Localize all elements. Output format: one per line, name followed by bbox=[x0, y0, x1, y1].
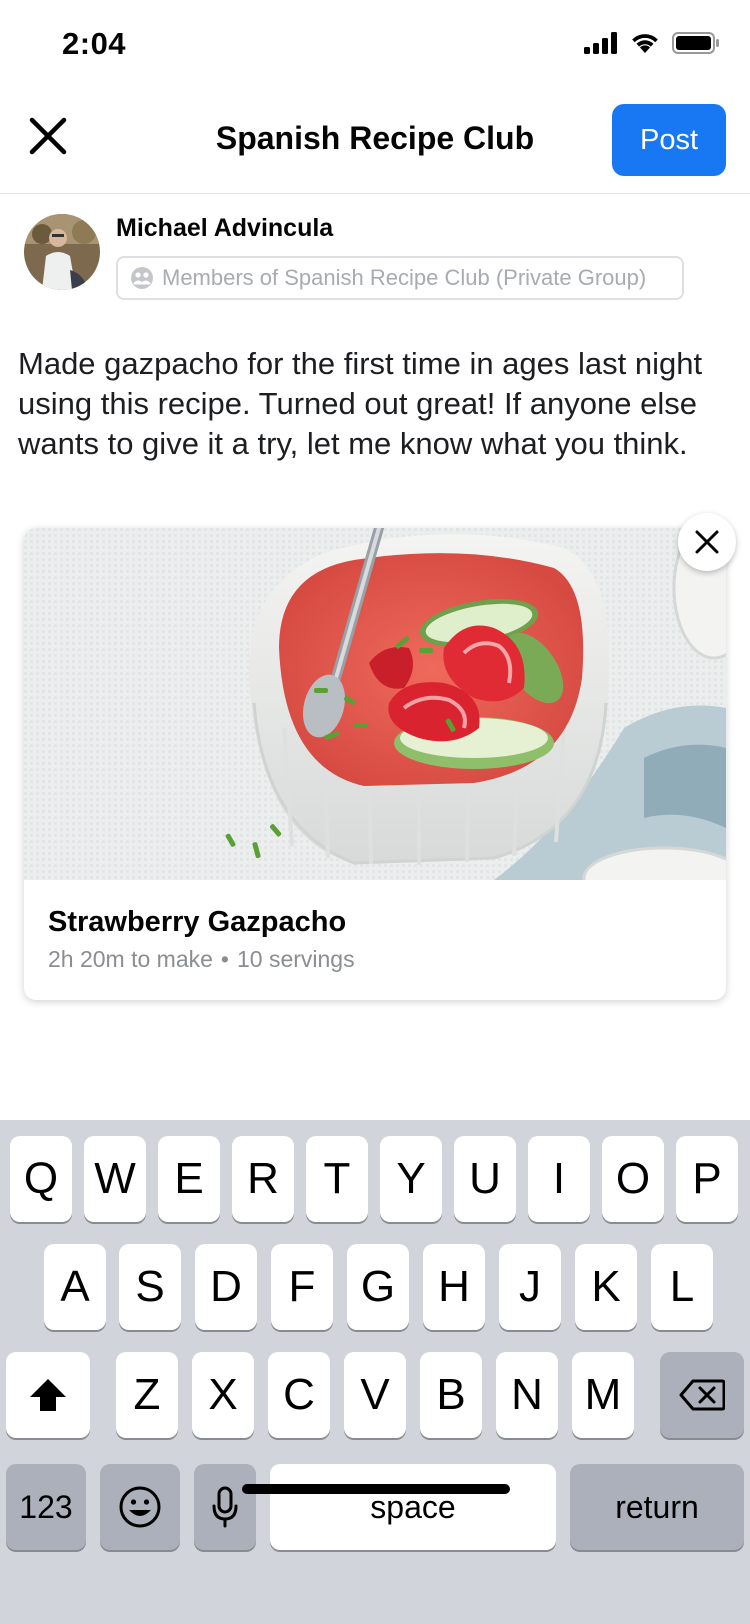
avatar[interactable] bbox=[24, 214, 100, 290]
recipe-servings: 10 servings bbox=[236, 946, 355, 972]
composer-header: Spanish Recipe Club Post bbox=[0, 90, 750, 194]
key-v[interactable]: V bbox=[344, 1352, 406, 1438]
key-e[interactable]: E bbox=[158, 1136, 220, 1222]
post-text-input[interactable]: Made gazpacho for the first time in ages… bbox=[18, 344, 728, 464]
group-icon bbox=[131, 267, 153, 289]
key-z[interactable]: Z bbox=[116, 1352, 178, 1438]
wifi-icon bbox=[632, 34, 658, 53]
recipe-image bbox=[24, 528, 726, 880]
dictation-key[interactable] bbox=[194, 1464, 256, 1550]
key-c[interactable]: C bbox=[268, 1352, 330, 1438]
post-button[interactable]: Post bbox=[612, 104, 726, 176]
backspace-key[interactable] bbox=[660, 1352, 744, 1438]
key-n[interactable]: N bbox=[496, 1352, 558, 1438]
key-m[interactable]: M bbox=[572, 1352, 634, 1438]
shift-key[interactable] bbox=[6, 1352, 90, 1438]
key-j[interactable]: J bbox=[499, 1244, 561, 1330]
key-k[interactable]: K bbox=[575, 1244, 637, 1330]
key-p[interactable]: P bbox=[676, 1136, 738, 1222]
key-q[interactable]: Q bbox=[10, 1136, 72, 1222]
key-f[interactable]: F bbox=[271, 1244, 333, 1330]
meta-separator: • bbox=[220, 946, 229, 972]
status-icons bbox=[584, 32, 720, 54]
key-d[interactable]: D bbox=[195, 1244, 257, 1330]
key-t[interactable]: T bbox=[306, 1136, 368, 1222]
key-w[interactable]: W bbox=[84, 1136, 146, 1222]
key-o[interactable]: O bbox=[602, 1136, 664, 1222]
key-g[interactable]: G bbox=[347, 1244, 409, 1330]
key-x[interactable]: X bbox=[192, 1352, 254, 1438]
key-i[interactable]: I bbox=[528, 1136, 590, 1222]
recipe-time: 2h 20m to make bbox=[48, 946, 213, 972]
status-time: 2:04 bbox=[62, 26, 127, 61]
numbers-key[interactable]: 123 bbox=[6, 1464, 86, 1550]
recipe-card[interactable]: Strawberry Gazpacho 2h 20m to make • 10 se… bbox=[24, 528, 726, 1000]
return-key[interactable]: return bbox=[570, 1464, 744, 1550]
space-key[interactable]: space bbox=[270, 1464, 556, 1550]
key-a[interactable]: A bbox=[44, 1244, 106, 1330]
key-u[interactable]: U bbox=[454, 1136, 516, 1222]
cellular-signal-icon bbox=[584, 32, 617, 54]
keyboard: Q W E R T Y U I O P A S D F G H J K L Z … bbox=[0, 1120, 750, 1624]
key-s[interactable]: S bbox=[119, 1244, 181, 1330]
emoji-key[interactable] bbox=[100, 1464, 180, 1550]
backspace-icon bbox=[679, 1379, 725, 1411]
microphone-icon bbox=[212, 1486, 238, 1528]
avatar-photo bbox=[24, 214, 100, 290]
key-y[interactable]: Y bbox=[380, 1136, 442, 1222]
key-l[interactable]: L bbox=[651, 1244, 713, 1330]
key-r[interactable]: R bbox=[232, 1136, 294, 1222]
status-bar: 2:04 bbox=[0, 0, 750, 90]
recipe-meta: 2h 20m to make • 10 servings bbox=[48, 946, 355, 973]
author-name: Michael Advincula bbox=[116, 214, 334, 242]
emoji-icon bbox=[119, 1486, 161, 1528]
recipe-title: Strawberry Gazpacho bbox=[48, 906, 347, 938]
key-b[interactable]: B bbox=[420, 1352, 482, 1438]
home-indicator[interactable] bbox=[242, 1484, 510, 1494]
remove-attachment-button[interactable] bbox=[678, 513, 736, 571]
close-icon bbox=[695, 530, 719, 554]
battery-icon bbox=[672, 32, 719, 54]
shift-icon bbox=[30, 1379, 66, 1411]
key-h[interactable]: H bbox=[423, 1244, 485, 1330]
audience-selector[interactable]: Members of Spanish Recipe Club (Private … bbox=[116, 256, 684, 300]
audience-label: Members of Spanish Recipe Club (Private … bbox=[162, 265, 647, 290]
